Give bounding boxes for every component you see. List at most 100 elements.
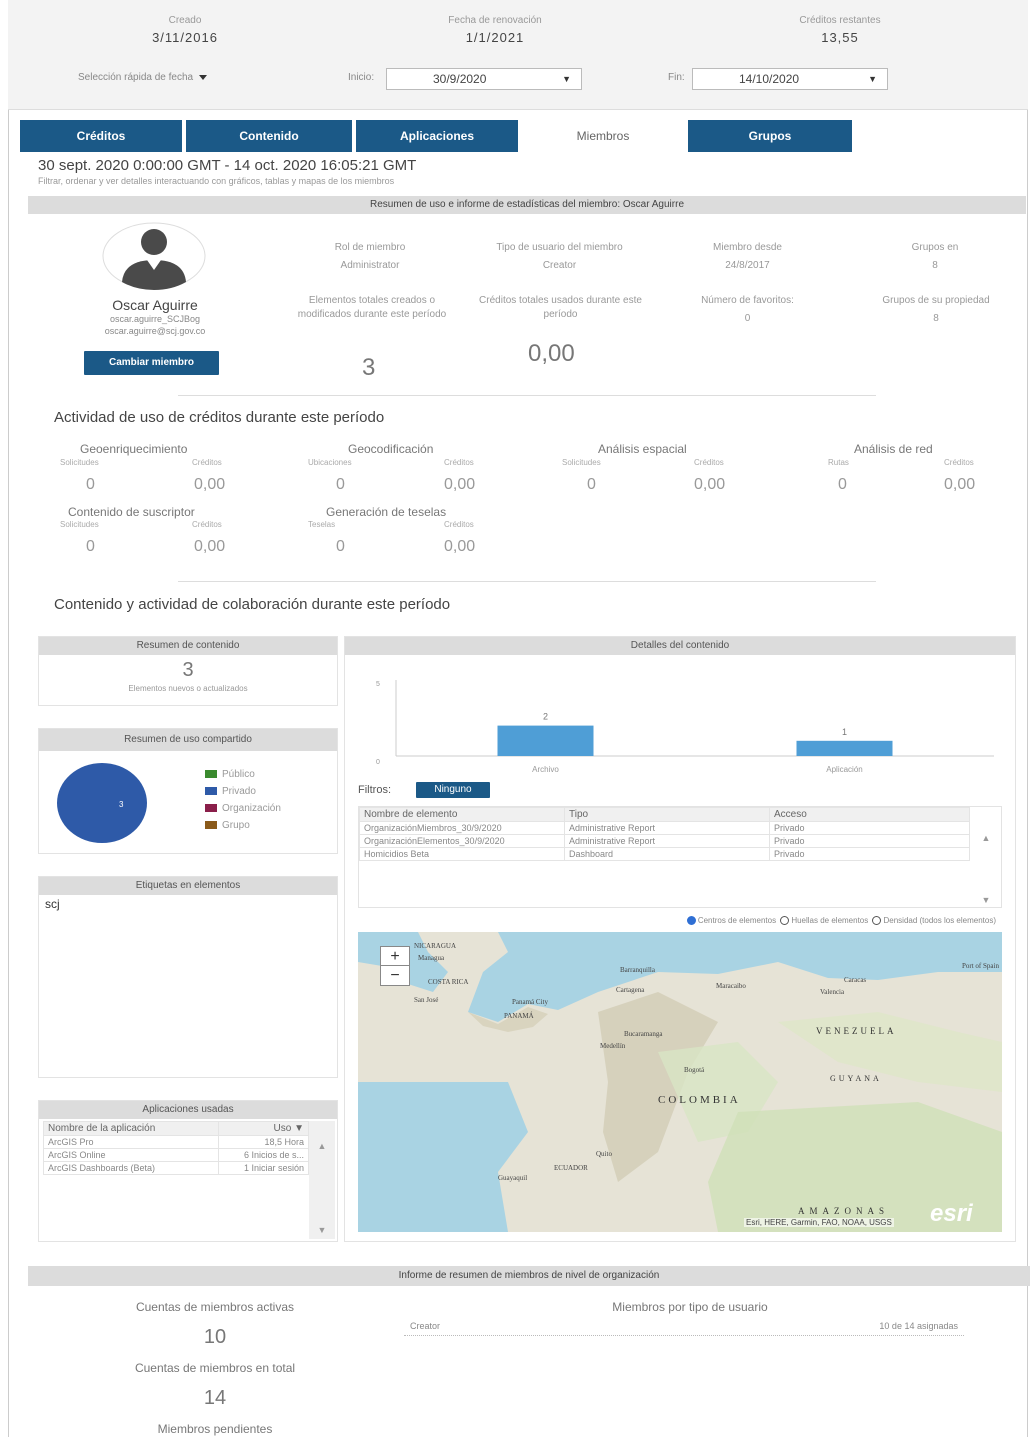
tag-item[interactable]: scj: [45, 897, 60, 911]
tab-miembros[interactable]: Miembros: [522, 120, 684, 152]
tab-contenido[interactable]: Contenido: [186, 120, 352, 152]
activity-left-label: Teselas: [308, 520, 336, 529]
apps-scrollbar[interactable]: ▲ ▼: [309, 1121, 335, 1239]
scroll-down-icon[interactable]: ▼: [971, 895, 1001, 905]
scroll-up-icon[interactable]: ▲: [971, 833, 1001, 843]
change-member-button[interactable]: Cambiar miembro: [84, 351, 219, 375]
role-value: Administrator: [340, 260, 400, 271]
items-label: Elementos totales creados o modificados …: [297, 295, 447, 320]
filters-label: Filtros:: [358, 784, 391, 796]
credits-stat: Créditos restantes 13,55: [765, 15, 915, 45]
zoom-control: + −: [380, 946, 410, 986]
item-access: Privado: [769, 834, 970, 848]
content-bar-chart[interactable]: 5 0 2 Archivo 1 Aplicación: [358, 672, 998, 776]
legend-label: Grupo: [222, 820, 250, 831]
map-basemap: [358, 932, 1002, 1232]
activity-name: Generación de teselas: [326, 505, 447, 519]
renewal-value: 1/1/2021: [465, 30, 525, 45]
shared-summary-title: Resumen de uso compartido: [39, 729, 337, 751]
tab-aplicaciones[interactable]: Aplicaciones: [356, 120, 518, 152]
activity-right-value: 0,00: [944, 476, 976, 493]
app-use: 6 Inicios de s...: [218, 1148, 309, 1162]
col-app-use[interactable]: Uso ▼: [218, 1121, 309, 1136]
col-item-name[interactable]: Nombre de elemento: [359, 807, 565, 822]
activity-name: Geoenriquecimiento: [80, 442, 188, 456]
renewal-label: Fecha de renovación: [448, 15, 542, 26]
activity-right-label: Créditos: [444, 458, 474, 467]
table-row[interactable]: ArcGIS Dashboards (Beta) 1 Iniciar sesión: [43, 1161, 309, 1175]
favorites-label: Número de favoritos:: [701, 295, 794, 306]
groups-in-info: Grupos en 8: [880, 241, 990, 273]
pending-members-label: Miembros pendientes: [157, 1422, 273, 1436]
category-label: Archivo: [532, 765, 559, 774]
table-row[interactable]: ArcGIS Online 6 Inicios de s...: [43, 1148, 309, 1162]
radio-footprints[interactable]: [780, 916, 790, 926]
credits-used-value: 0,00: [528, 340, 575, 367]
end-label: Fin:: [668, 72, 685, 83]
zoom-in-button[interactable]: +: [381, 947, 409, 966]
quick-date-select[interactable]: Selección rápida de fecha: [78, 72, 208, 83]
col-item-type[interactable]: Tipo: [564, 807, 770, 822]
favorites-value: 0: [744, 313, 751, 324]
member-since-info: Miembro desde 24/8/2017: [670, 241, 825, 273]
start-date-select[interactable]: 30/9/2020 ▼: [386, 68, 582, 90]
legend-swatch: [205, 804, 217, 813]
scroll-up-icon[interactable]: ▲: [309, 1141, 335, 1151]
col-item-access[interactable]: Acceso: [769, 807, 970, 822]
total-accounts-value: 14: [203, 1387, 227, 1409]
map-mode-options: Centros de elementos Huellas de elemento…: [540, 916, 996, 926]
avatar-icon: [102, 222, 206, 290]
radio-density[interactable]: [872, 916, 882, 926]
col-app-use-label: Uso: [273, 1123, 292, 1134]
item-access: Privado: [769, 821, 970, 835]
content-map[interactable]: + − NICARAGUA Managua COSTA RICA San Jos…: [358, 932, 1002, 1232]
activity-right-value: 0,00: [444, 538, 476, 555]
table-row[interactable]: Homicidios Beta Dashboard Privado: [359, 847, 970, 861]
item-name: OrganizaciónMiembros_30/9/2020: [359, 821, 565, 835]
tab-grupos[interactable]: Grupos: [688, 120, 852, 152]
radio-centers[interactable]: [686, 916, 696, 926]
bar-archivo[interactable]: [497, 725, 594, 756]
dropdown-arrow-icon: ▼: [562, 74, 571, 84]
legend-swatch: [205, 770, 217, 779]
category-label: Aplicación: [826, 765, 862, 774]
filter-none-button[interactable]: Ninguno: [416, 782, 490, 798]
map-label: Quito: [596, 1150, 612, 1158]
legend-swatch: [205, 787, 217, 796]
items-table-wrap: Nombre de elemento Tipo Acceso Organizac…: [358, 806, 1002, 908]
map-option-label: Huellas de elementos: [791, 916, 869, 925]
table-row[interactable]: OrganizaciónElementos_30/9/2020 Administr…: [359, 834, 970, 848]
activity-right-value: 0,00: [444, 476, 476, 493]
activity-right-label: Créditos: [192, 520, 222, 529]
zoom-out-button[interactable]: −: [381, 966, 409, 985]
end-date-select[interactable]: 14/10/2020 ▼: [692, 68, 888, 90]
tab-creditos[interactable]: Créditos: [20, 120, 182, 152]
tags-panel: Etiquetas en elementos scj: [38, 876, 338, 1078]
table-row[interactable]: ArcGIS Pro 18,5 Hora: [43, 1135, 309, 1149]
owned-groups-label: Grupos de su propiedad: [882, 295, 990, 306]
col-app-name[interactable]: Nombre de la aplicación: [43, 1121, 219, 1136]
scroll-down-icon[interactable]: ▼: [309, 1225, 335, 1235]
activity-left-value: 0: [336, 476, 345, 493]
app-name: ArcGIS Dashboards (Beta): [43, 1161, 219, 1175]
item-type: Administrative Report: [564, 821, 770, 835]
map-attribution: Esri, HERE, Garmin, FAO, NOAA, USGS: [744, 1218, 894, 1227]
sort-desc-icon: ▼: [294, 1123, 304, 1134]
activity-left-value: 0: [336, 538, 345, 555]
app-name: ArcGIS Pro: [43, 1135, 219, 1149]
groups-in-label: Grupos en: [911, 242, 959, 253]
items-scrollbar[interactable]: ▲ ▼: [971, 817, 1001, 907]
map-label: AMAZONAS: [798, 1206, 890, 1216]
legend-label: Privado: [222, 786, 256, 797]
app-use: 18,5 Hora: [218, 1135, 309, 1149]
pie-chart[interactable]: 3: [57, 761, 153, 845]
activity-left-value: 0: [86, 476, 95, 493]
app-name: ArcGIS Online: [43, 1148, 219, 1162]
content-summary-panel: Resumen de contenido 3 Elementos nuevos …: [38, 636, 338, 706]
map-label: Cartagena: [616, 986, 645, 994]
bar-aplicación[interactable]: [796, 740, 893, 756]
table-row[interactable]: OrganizaciónMiembros_30/9/2020 Administra…: [359, 821, 970, 835]
user-type-value: Creator: [542, 260, 577, 271]
active-accounts-value: 10: [203, 1326, 227, 1348]
legend-private: Privado: [205, 786, 256, 797]
